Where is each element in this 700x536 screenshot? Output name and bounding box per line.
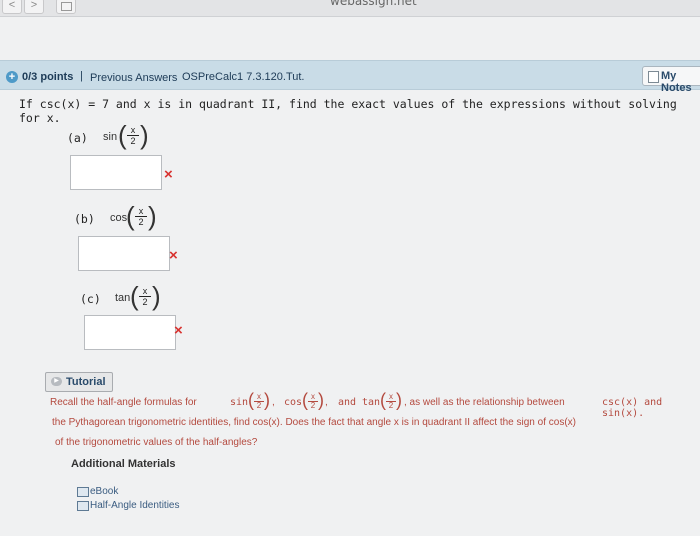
header-separator: |	[80, 70, 83, 82]
part-c-incorrect-icon: ×	[174, 322, 183, 339]
my-notes-button[interactable]: My Notes	[642, 66, 700, 94]
tabs-button[interactable]	[56, 0, 76, 14]
part-c-paren-close: )	[152, 281, 161, 311]
forward-button[interactable]: >	[24, 0, 44, 14]
part-b-paren-close: )	[148, 201, 157, 231]
part-c-label: (c)	[80, 292, 101, 306]
tutorial-text-intro: Recall the half-angle formulas for	[50, 397, 197, 408]
part-a-incorrect-icon: ×	[164, 166, 173, 183]
part-b-label: (b)	[74, 212, 95, 226]
part-a-fraction: x 2	[127, 125, 139, 146]
part-b-paren-open: (	[126, 201, 135, 231]
part-a-function: sin	[103, 131, 118, 143]
tutorial-comma: ,	[272, 397, 275, 408]
tutorial-fn-cos: cos	[284, 397, 303, 408]
my-notes-label: My Notes	[661, 70, 692, 94]
tutorial-text-line3: of the trigonometric values of the half-…	[55, 437, 258, 448]
tutorial-tan-denominator: 2	[388, 401, 394, 410]
points-label: 0/3 points	[22, 71, 74, 83]
part-b-numerator: x	[135, 206, 147, 217]
half-angle-identities-link[interactable]: Half-Angle Identities	[90, 500, 180, 511]
tutorial-csc-sin: csc(x) and sin(x).	[602, 397, 663, 419]
tutorial-sin-paren-close: )	[264, 390, 270, 410]
tutorial-text-relationship: , as well as the relationship between	[404, 397, 565, 408]
tutorial-sin-denominator: 2	[256, 401, 262, 410]
note-icon	[648, 71, 659, 83]
part-b-incorrect-icon: ×	[169, 247, 178, 264]
tutorial-cos-denominator: 2	[310, 401, 316, 410]
tutorial-cos-fraction: x 2	[308, 393, 318, 410]
tutorial-tan-paren-close: )	[396, 390, 402, 410]
part-a-numerator: x	[127, 125, 139, 136]
tutorial-tan-fraction: x 2	[386, 393, 396, 410]
tutorial-button[interactable]: ▶ Tutorial	[45, 372, 113, 392]
part-a-answer-input[interactable]	[70, 155, 162, 190]
part-a-denominator: 2	[130, 136, 136, 146]
back-button[interactable]: <	[2, 0, 22, 14]
part-b-answer-input[interactable]	[78, 236, 170, 271]
part-c-numerator: x	[139, 286, 151, 297]
part-c-function: tan	[115, 292, 131, 304]
part-c-denominator: 2	[142, 297, 148, 307]
part-a-paren-close: )	[140, 120, 149, 150]
browser-toolbar: < > webassign.net	[0, 0, 700, 17]
part-a-paren-open: (	[118, 120, 127, 150]
tutorial-label: Tutorial	[66, 376, 106, 388]
url-text: webassign.net	[330, 0, 417, 8]
ebook-icon	[77, 487, 89, 497]
tutorial-fn-sin: sin	[230, 397, 249, 408]
part-c-paren-open: (	[130, 281, 139, 311]
tutorial-sin-fraction: x 2	[254, 393, 264, 410]
question-source: OSPreCalc1 7.3.120.Tut.	[182, 71, 305, 83]
tabs-icon	[60, 2, 72, 11]
part-b-denominator: 2	[138, 217, 144, 227]
ebook-link[interactable]: eBook	[90, 486, 118, 497]
back-arrow-icon: <	[8, 0, 16, 11]
part-b-function: cos	[110, 212, 128, 224]
part-b-fraction: x 2	[135, 206, 147, 227]
tutorial-fn-tan: tan	[362, 397, 381, 408]
question-header: + 0/3 points | Previous Answers OSPreCal…	[0, 60, 700, 94]
part-c-fraction: x 2	[139, 286, 151, 307]
part-a-label: (a)	[67, 131, 88, 145]
tutorial-and: and	[338, 397, 357, 408]
part-c-answer-input[interactable]	[84, 315, 176, 350]
document-icon	[77, 501, 89, 511]
tutorial-icon: ▶	[51, 377, 62, 386]
expand-icon[interactable]: +	[6, 71, 18, 83]
tutorial-comma-2: ,	[325, 397, 328, 408]
tutorial-cos-paren-close: )	[318, 390, 324, 410]
tutorial-text-line2: the Pythagorean trigonometric identities…	[52, 417, 576, 428]
forward-arrow-icon: >	[30, 0, 38, 11]
previous-answers-link[interactable]: Previous Answers	[90, 72, 177, 84]
additional-materials-title: Additional Materials	[71, 458, 176, 470]
